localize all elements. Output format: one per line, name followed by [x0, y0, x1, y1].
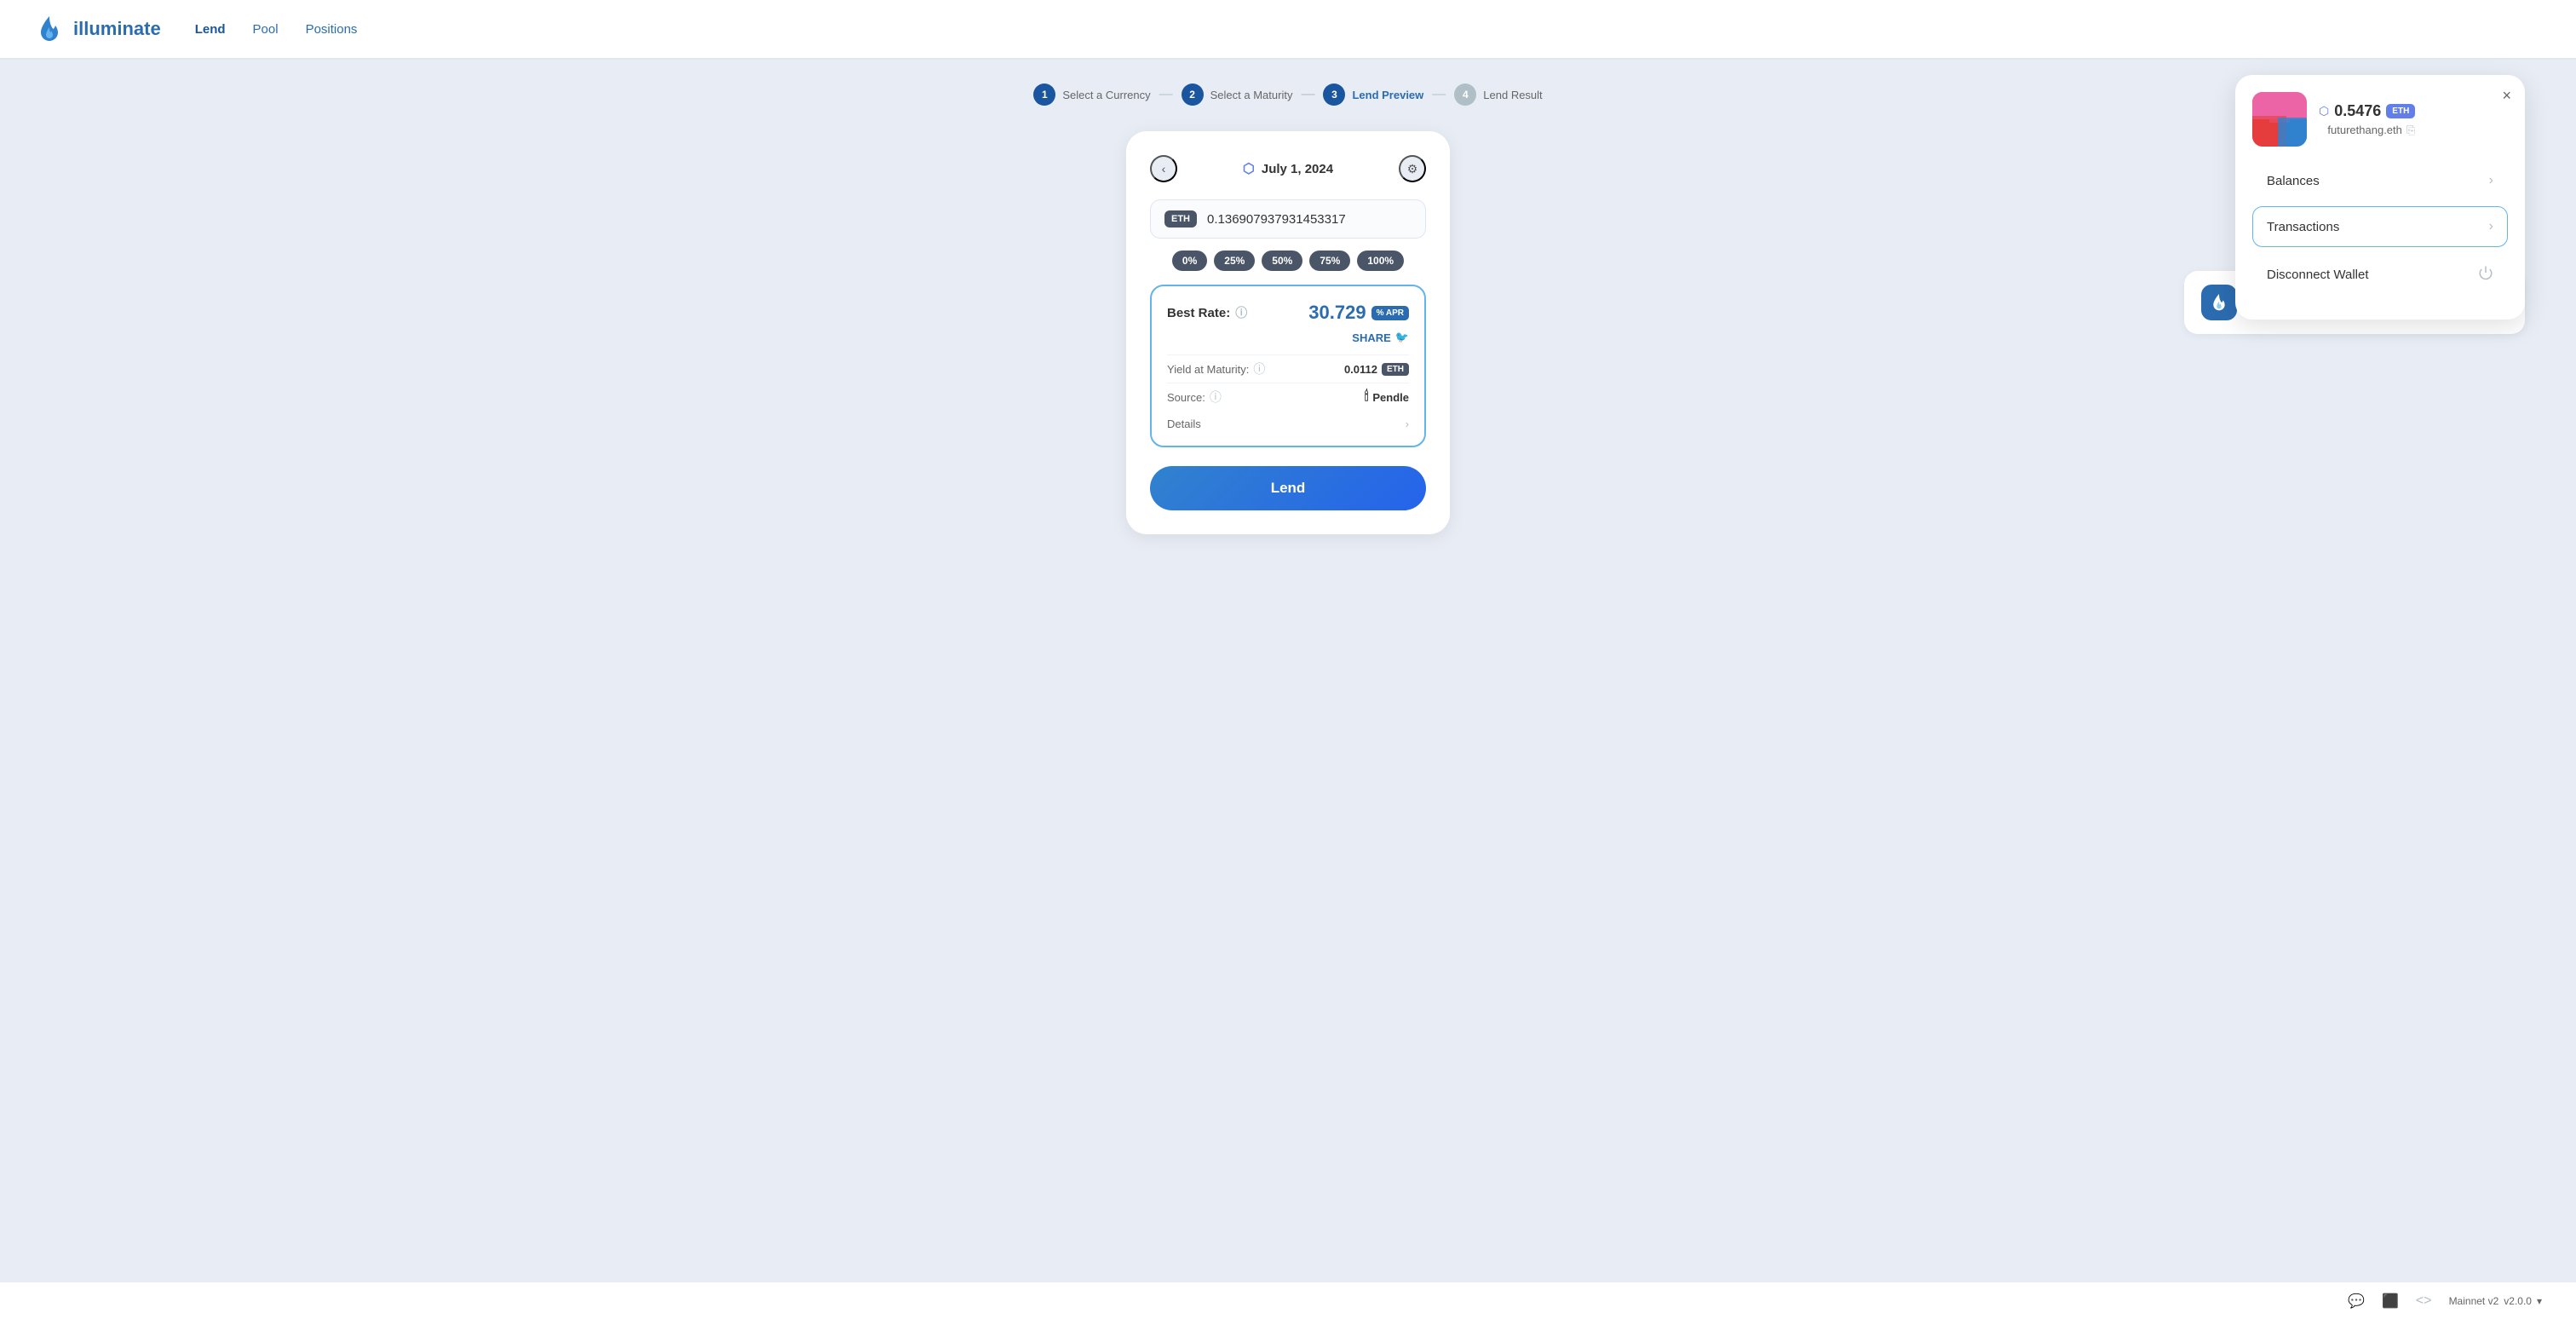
copy-icon[interactable]: ⎘ [2406, 124, 2415, 137]
disconnect-icon [2478, 265, 2493, 285]
wallet-avatar-row: ⬡ 0.5476 ETH futurethang.eth ⎘ [2252, 92, 2508, 147]
eth-icon: ⬡ [1243, 160, 1255, 177]
twitter-icon: 🐦 [1395, 331, 1409, 344]
flame-icon [34, 14, 65, 44]
discord-icon[interactable]: 💬 [2348, 1293, 2365, 1310]
settings-button[interactable]: ⚙ [1399, 155, 1426, 182]
step-label-4: Lend Result [1483, 89, 1542, 101]
details-chevron-icon: › [1406, 418, 1409, 430]
transactions-chevron-icon: › [2489, 219, 2493, 234]
sep-3: — [1432, 87, 1446, 102]
interest-flame-icon [2209, 292, 2229, 313]
card-date: ⬡ July 1, 2024 [1243, 160, 1333, 177]
logo-text: illuminate [73, 18, 161, 40]
best-rate-label: Best Rate: ⓘ [1167, 304, 1247, 321]
step-4: 4 Lend Result [1454, 84, 1542, 106]
eth-diamond-icon: ⬡ [2319, 104, 2329, 118]
yield-eth-badge: ETH [1382, 363, 1409, 376]
main-content: 1 Select a Currency — 2 Select a Maturit… [0, 58, 2576, 560]
wallet-balance: 0.5476 [2334, 102, 2381, 120]
pct-50[interactable]: 50% [1262, 251, 1302, 271]
pendle-icon: 🕯 [1365, 389, 1369, 405]
back-button[interactable]: ‹ [1150, 155, 1177, 182]
rate-number: 30.729 [1308, 302, 1366, 324]
code-icon[interactable]: <> [2416, 1293, 2432, 1309]
yield-info-icon[interactable]: ⓘ [1253, 360, 1265, 377]
source-value: 🕯 Pendle [1365, 389, 1409, 405]
yield-label: Yield at Maturity: ⓘ [1167, 360, 1265, 377]
yield-value: 0.0112 ETH [1344, 363, 1409, 376]
sep-2: — [1301, 87, 1314, 102]
best-rate-header: Best Rate: ⓘ 30.729 % APR [1167, 302, 1409, 324]
dropdown-arrow-icon[interactable]: ▾ [2537, 1295, 2542, 1307]
navbar: illuminate Lend Pool Positions [0, 0, 2576, 58]
eth-amount-value: 0.136907937931453317 [1207, 212, 1346, 227]
step-label-1: Select a Currency [1062, 89, 1150, 101]
sep-1: — [1159, 87, 1173, 102]
details-row[interactable]: Details › [1167, 411, 1409, 430]
step-circle-2: 2 [1182, 84, 1204, 106]
close-button[interactable]: × [2502, 87, 2511, 105]
wallet-info: ⬡ 0.5476 ETH futurethang.eth ⎘ [2319, 102, 2415, 137]
pct-100[interactable]: 100% [1357, 251, 1404, 271]
eth-input-row[interactable]: ETH 0.136907937931453317 [1150, 199, 1426, 239]
logo[interactable]: illuminate [34, 14, 161, 44]
lend-card: ‹ ⬡ July 1, 2024 ⚙ ETH 0.136907937931453… [1126, 131, 1450, 534]
best-rate-value: 30.729 % APR [1308, 302, 1409, 324]
nav-links: Lend Pool Positions [195, 22, 358, 37]
percent-row: 0% 25% 50% 75% 100% [1150, 251, 1426, 271]
wallet-eth-tag: ETH [2386, 104, 2415, 118]
nav-positions[interactable]: Positions [306, 22, 358, 37]
pct-25[interactable]: 25% [1214, 251, 1255, 271]
step-circle-4: 4 [1454, 84, 1476, 106]
disconnect-wallet-menu-item[interactable]: Disconnect Wallet [2252, 252, 2508, 297]
step-circle-1: 1 [1033, 84, 1055, 106]
bottom-bar: 💬 ⬛ <> Mainnet v2 v2.0.0 ▾ [0, 1282, 2576, 1319]
steps-bar: 1 Select a Currency — 2 Select a Maturit… [51, 84, 2525, 106]
apr-badge: % APR [1371, 306, 1409, 320]
step-1: 1 Select a Currency [1033, 84, 1150, 106]
network-badge: Mainnet v2 v2.0.0 ▾ [2449, 1295, 2542, 1307]
card-header: ‹ ⬡ July 1, 2024 ⚙ [1150, 155, 1426, 182]
share-row[interactable]: SHARE 🐦 [1167, 331, 1409, 344]
step-2: 2 Select a Maturity [1182, 84, 1293, 106]
eth-currency-badge: ETH [1164, 210, 1197, 228]
step-label-2: Select a Maturity [1210, 89, 1293, 101]
best-rate-box: Best Rate: ⓘ 30.729 % APR SHARE 🐦 Yield … [1150, 285, 1426, 447]
avatar-art [2252, 92, 2307, 147]
interest-logo [2201, 285, 2237, 320]
transactions-menu-item[interactable]: Transactions › [2252, 206, 2508, 247]
wallet-dropdown: × ⬡ 0.5476 ETH [2235, 75, 2525, 320]
wallet-address: futurethang.eth ⎘ [2327, 124, 2415, 137]
wallet-balance-row: ⬡ 0.5476 ETH [2319, 102, 2415, 120]
wallet-icon[interactable]: ⬛ [2382, 1293, 2399, 1310]
nav-pool[interactable]: Pool [253, 22, 279, 37]
pct-0[interactable]: 0% [1172, 251, 1207, 271]
source-row: Source: ⓘ 🕯 Pendle [1167, 383, 1409, 411]
lend-button[interactable]: Lend [1150, 466, 1426, 510]
step-circle-3: 3 [1323, 84, 1345, 106]
step-label-3: Lend Preview [1352, 89, 1423, 101]
wallet-avatar [2252, 92, 2307, 147]
balances-chevron-icon: › [2489, 173, 2493, 188]
source-info-icon[interactable]: ⓘ [1210, 389, 1222, 406]
pct-75[interactable]: 75% [1309, 251, 1350, 271]
yield-row: Yield at Maturity: ⓘ 0.0112 ETH [1167, 354, 1409, 383]
nav-lend[interactable]: Lend [195, 22, 226, 37]
source-label: Source: ⓘ [1167, 389, 1222, 406]
step-3: 3 Lend Preview [1323, 84, 1423, 106]
balances-menu-item[interactable]: Balances › [2252, 160, 2508, 201]
best-rate-info-icon[interactable]: ⓘ [1235, 304, 1247, 321]
